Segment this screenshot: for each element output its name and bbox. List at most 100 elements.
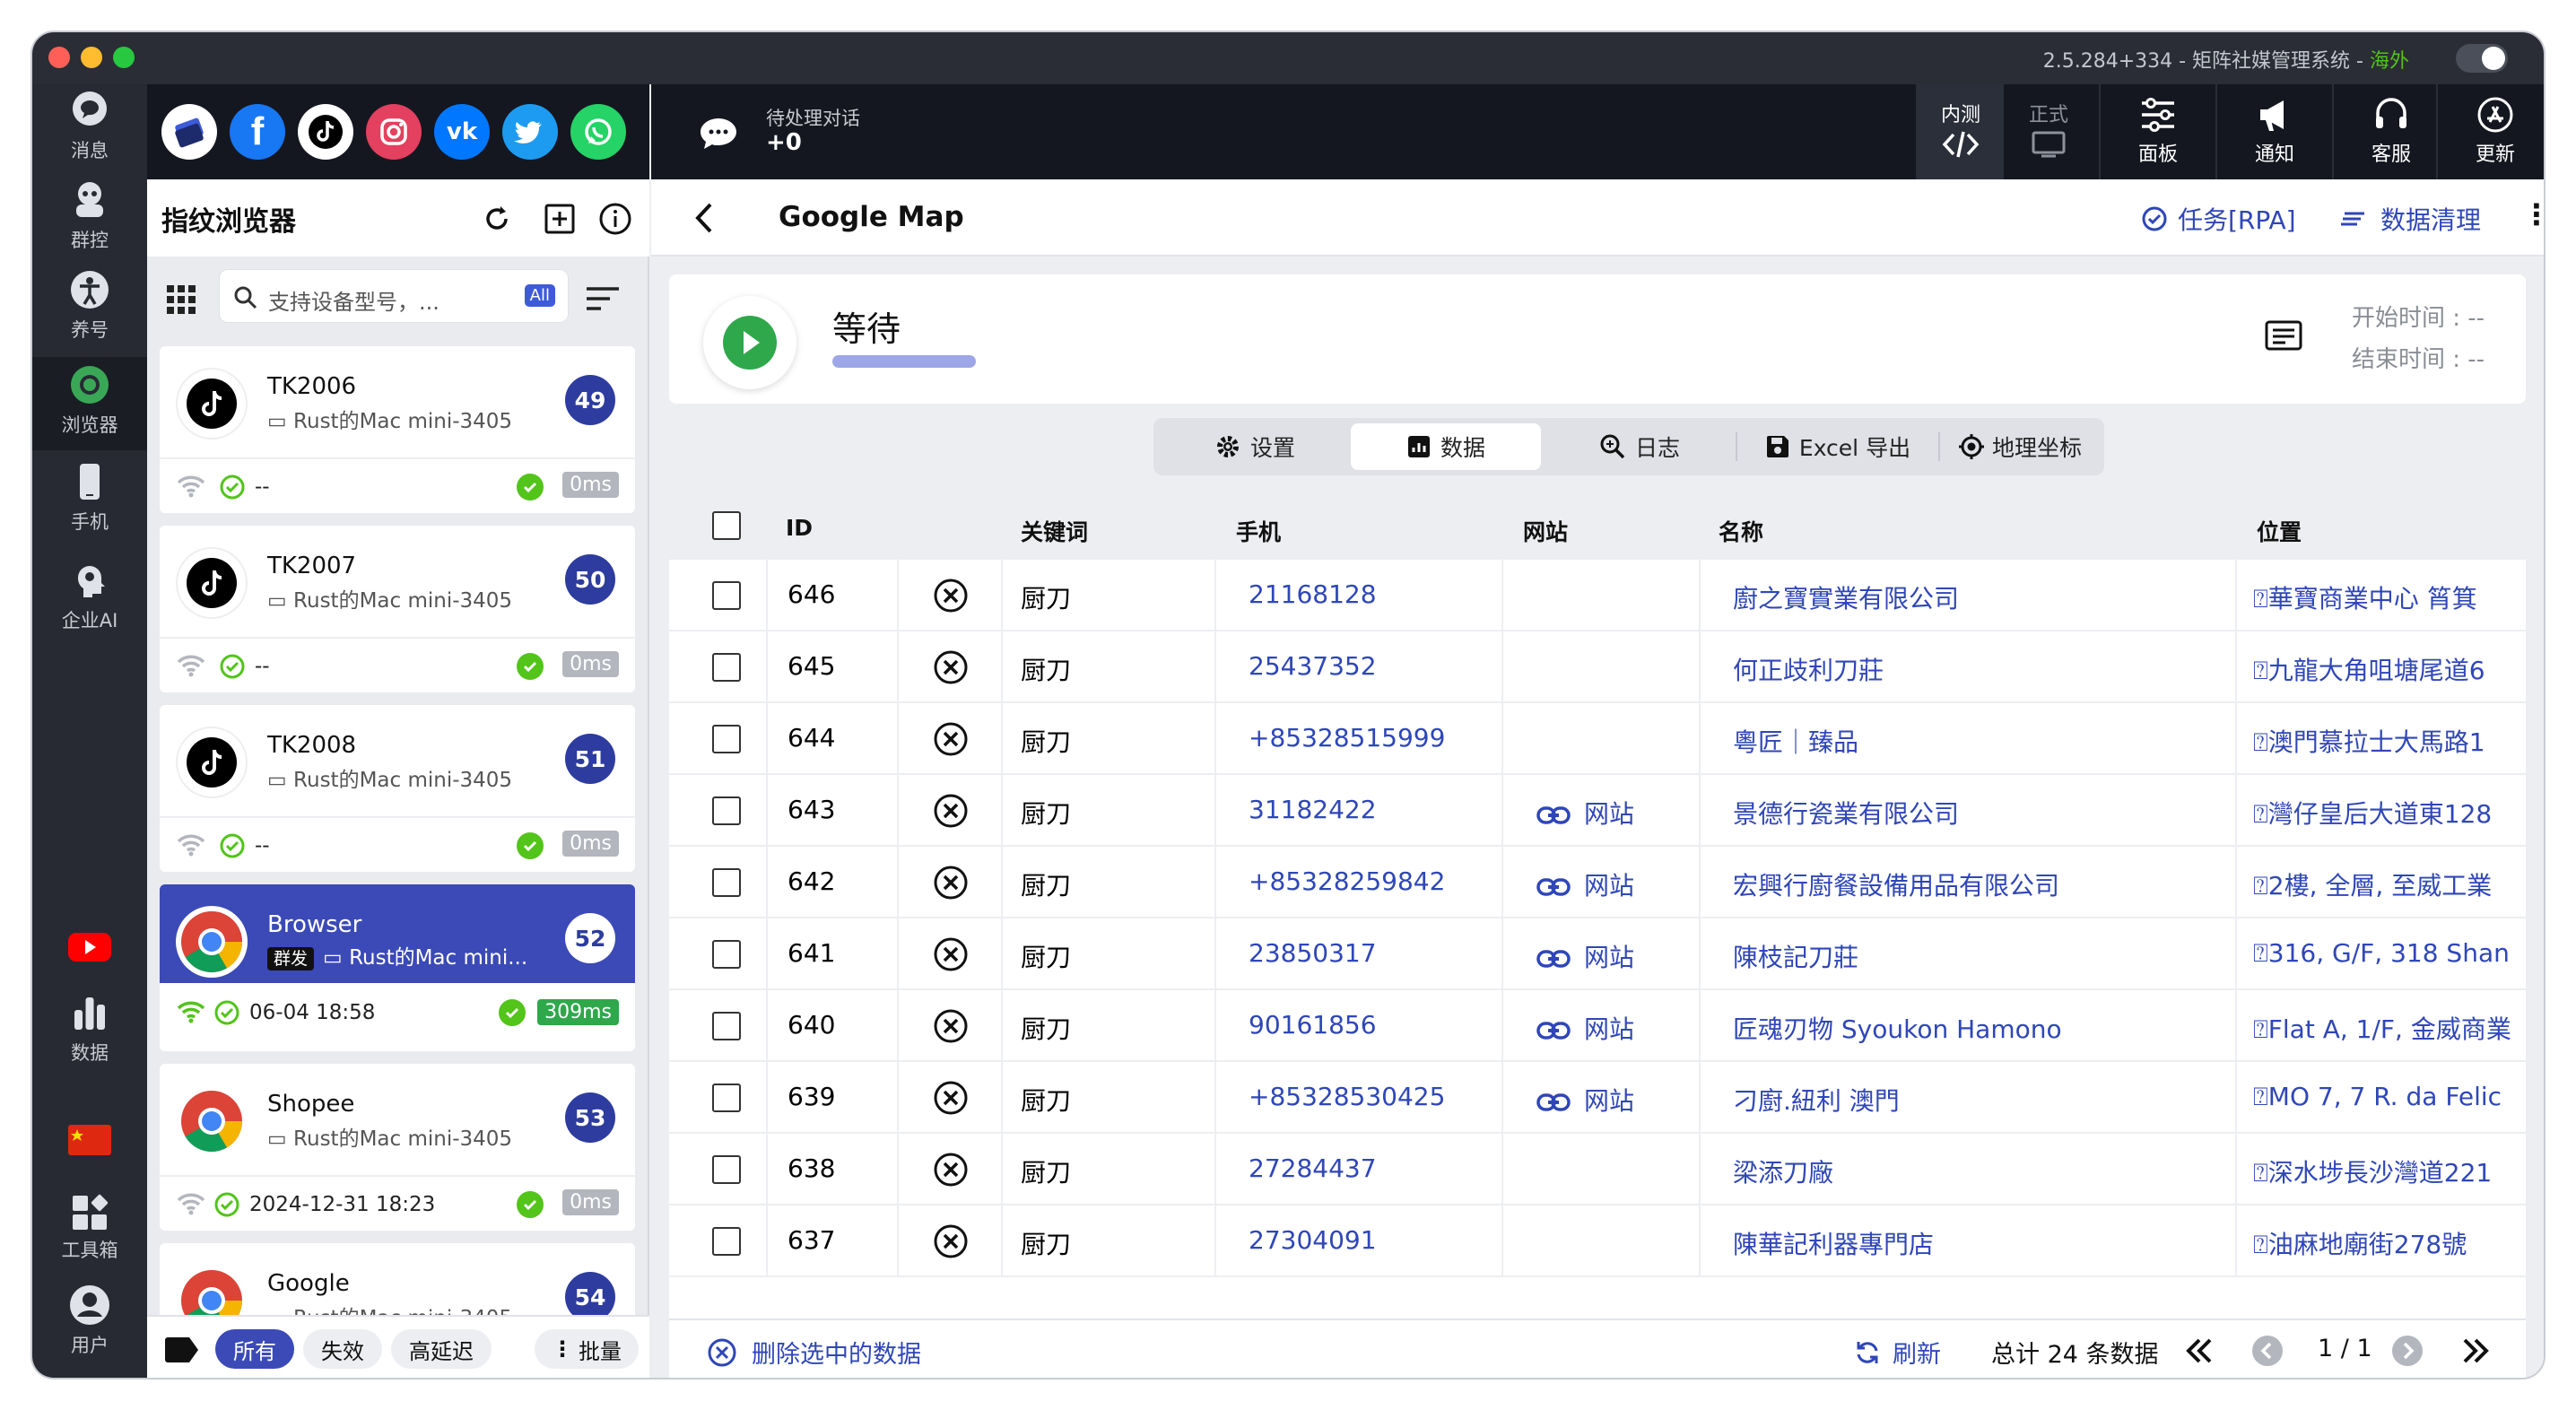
notification-button[interactable]: 通知: [2215, 84, 2332, 179]
env-test-button[interactable]: 内测: [1916, 84, 2004, 179]
rpa-task-link[interactable]: 任务[RPA]: [2140, 201, 2296, 237]
cell-name[interactable]: 陳華記利器專門店: [1733, 1225, 1934, 1261]
cell-phone[interactable]: 25437352: [1249, 651, 1377, 681]
browser-card[interactable]: Google ▭ Rust的Mac mini-3405 54: [160, 1243, 635, 1315]
table-row[interactable]: 638 厨刀 27284437 梁添刀廠 ⍰深水埗長沙灣道221: [669, 1134, 2526, 1205]
cell-name[interactable]: 景德行瓷業有限公司: [1733, 795, 1959, 831]
cell-location[interactable]: ⍰MO 7, 7 R. da Felic: [2253, 1082, 2502, 1112]
close-window-button[interactable]: [48, 47, 70, 68]
column-header-name[interactable]: 名称: [1719, 515, 1763, 547]
batch-button[interactable]: ⋮ 批量: [535, 1329, 639, 1369]
cell-phone[interactable]: 90161856: [1249, 1010, 1377, 1040]
next-page-icon[interactable]: [2391, 1335, 2424, 1367]
delete-row-button[interactable]: [933, 1008, 969, 1050]
cell-location[interactable]: ⍰油麻地廟街278號: [2253, 1225, 2467, 1261]
nav-item-account-nurture[interactable]: 养号: [32, 267, 147, 353]
platform-all-button[interactable]: [161, 104, 217, 160]
nav-item-toolbox[interactable]: 工具箱: [32, 1193, 147, 1274]
add-window-icon[interactable]: [542, 201, 578, 237]
browser-card[interactable]: TK2007 ▭ Rust的Mac mini-3405 50 -- 0ms: [160, 526, 635, 692]
tab-excel-export[interactable]: Excel 导出: [1738, 423, 1937, 470]
update-button[interactable]: 更新: [2436, 84, 2544, 179]
refresh-button[interactable]: 刷新: [1853, 1335, 1941, 1370]
cell-location[interactable]: ⍰Flat A, 1/F, 金威商業: [2253, 1010, 2511, 1046]
filter-invalid-button[interactable]: 失效: [303, 1329, 382, 1369]
nav-item-messages[interactable]: 消息: [32, 88, 147, 174]
tab-settings[interactable]: 设置: [1159, 423, 1351, 470]
sort-icon[interactable]: [585, 285, 621, 314]
table-row[interactable]: 640 厨刀 90161856 网站 匠魂刃物 Syoukon Hamono ⍰Flat …: [669, 990, 2526, 1062]
last-page-icon[interactable]: [2459, 1336, 2492, 1365]
cell-location[interactable]: ⍰深水埗長沙灣道221: [2253, 1153, 2492, 1189]
browser-card[interactable]: TK2006 ▭ Rust的Mac mini-3405 49 -- 0ms: [160, 346, 635, 513]
nav-item-user[interactable]: 用户: [32, 1283, 147, 1369]
row-checkbox[interactable]: [712, 725, 741, 753]
cell-name[interactable]: 陳枝記刀莊: [1733, 938, 1858, 974]
whatsapp-button[interactable]: [570, 104, 626, 160]
info-icon[interactable]: [597, 201, 633, 237]
row-checkbox[interactable]: [712, 581, 741, 610]
cell-website[interactable]: 网站: [1536, 866, 1634, 902]
cell-location[interactable]: ⍰316, G/F, 318 Shan: [2253, 938, 2510, 969]
first-page-icon[interactable]: [2183, 1336, 2215, 1365]
cell-name[interactable]: 梁添刀廠: [1733, 1153, 1833, 1189]
facebook-button[interactable]: f: [230, 104, 285, 160]
twitter-button[interactable]: [502, 104, 558, 160]
cell-location[interactable]: ⍰澳門慕拉士大馬路1: [2253, 723, 2485, 759]
cell-phone[interactable]: 31182422: [1249, 795, 1377, 824]
nav-item-phone[interactable]: 手机: [32, 459, 147, 545]
row-checkbox[interactable]: [712, 796, 741, 825]
delete-row-button[interactable]: [933, 578, 969, 620]
delete-row-button[interactable]: [933, 936, 969, 979]
prev-page-icon[interactable]: [2251, 1335, 2284, 1367]
cell-location[interactable]: ⍰華寶商業中心 筲箕: [2253, 579, 2477, 615]
browser-card[interactable]: TK2008 ▭ Rust的Mac mini-3405 51 -- 0ms: [160, 705, 635, 872]
cell-location[interactable]: ⍰九龍大角咀塘尾道6: [2253, 651, 2485, 687]
column-header-location[interactable]: 位置: [2257, 515, 2302, 547]
nav-item-enterprise-ai[interactable]: 企业AI: [32, 558, 147, 644]
cell-phone[interactable]: +85328530425: [1249, 1082, 1445, 1111]
table-row[interactable]: 644 厨刀 +85328515999 粵匠｜臻品 ⍰澳門慕拉士大馬路1: [669, 703, 2526, 775]
maximize-window-button[interactable]: [113, 47, 135, 68]
cell-website[interactable]: 网站: [1536, 795, 1634, 831]
tag-icon[interactable]: [163, 1336, 199, 1363]
cell-name[interactable]: 粵匠｜臻品: [1733, 723, 1858, 759]
support-button[interactable]: 客服: [2332, 84, 2449, 179]
column-header-website[interactable]: 网站: [1523, 515, 1568, 547]
browser-card[interactable]: Shopee ▭ Rust的Mac mini-3405 53 2024-12-3…: [160, 1064, 635, 1231]
theme-toggle[interactable]: [2456, 44, 2508, 73]
select-all-checkbox[interactable]: [712, 511, 741, 540]
tab-log[interactable]: 日志: [1545, 423, 1735, 470]
table-row[interactable]: 641 厨刀 23850317 网站 陳枝記刀莊 ⍰316, G/F, 318 Shan: [669, 918, 2526, 990]
filter-high-latency-button[interactable]: 高延迟: [391, 1329, 492, 1369]
panel-button[interactable]: 面板: [2099, 84, 2215, 179]
start-task-button[interactable]: [703, 296, 796, 389]
cell-phone[interactable]: 23850317: [1249, 938, 1377, 968]
delete-row-button[interactable]: [933, 1152, 969, 1194]
table-row[interactable]: 642 厨刀 +85328259842 网站 宏興行廚餐設備用品有限公司 ⍰2樓, 全層,…: [669, 847, 2526, 918]
sidebar-search-input[interactable]: 支持设备型号，... All: [219, 269, 569, 323]
cell-name[interactable]: 廚之寶實業有限公司: [1733, 579, 1959, 615]
cell-phone[interactable]: +85328259842: [1249, 866, 1445, 896]
console-icon[interactable]: [2264, 319, 2303, 355]
delete-row-button[interactable]: [933, 649, 969, 692]
data-clean-link[interactable]: 数据清理: [2339, 201, 2481, 237]
row-checkbox[interactable]: [712, 868, 741, 897]
table-row[interactable]: 643 厨刀 31182422 网站 景德行瓷業有限公司 ⍰灣仔皇后大道東128: [669, 775, 2526, 847]
refresh-icon[interactable]: [479, 201, 515, 237]
delete-selected-button[interactable]: 删除选中的数据: [707, 1335, 921, 1370]
browser-card-selected[interactable]: Browser 群发 ▭ Rust的Mac mini... 52 06-04 18…: [160, 884, 635, 1051]
delete-row-button[interactable]: [933, 1080, 969, 1122]
cell-website[interactable]: 网站: [1536, 1010, 1634, 1046]
vk-button[interactable]: vk: [434, 104, 490, 160]
row-checkbox[interactable]: [712, 1084, 741, 1112]
cell-location[interactable]: ⍰2樓, 全層, 至威工業: [2253, 866, 2492, 902]
nav-item-youtube[interactable]: [32, 929, 147, 983]
column-header-phone[interactable]: 手机: [1236, 515, 1281, 547]
minimize-window-button[interactable]: [81, 47, 102, 68]
more-menu-icon[interactable]: ⋮: [2522, 197, 2544, 231]
delete-row-button[interactable]: [933, 1223, 969, 1266]
cell-name[interactable]: 刁廚.紐利 澳門: [1733, 1082, 1900, 1118]
table-row[interactable]: 637 厨刀 27304091 陳華記利器專門店 ⍰油麻地廟街278號: [669, 1205, 2526, 1277]
row-checkbox[interactable]: [712, 1155, 741, 1184]
